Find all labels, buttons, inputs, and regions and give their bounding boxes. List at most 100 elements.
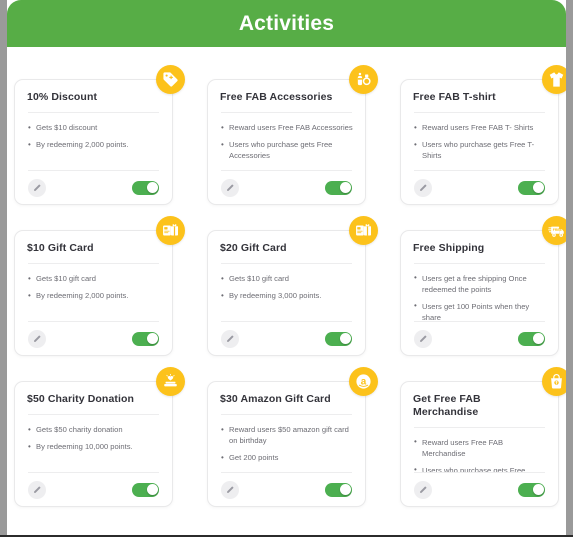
activity-bullet-item: Gets $10 gift card (220, 273, 353, 284)
activity-card-title: 10% Discount (27, 91, 98, 103)
gift-card-icon (349, 216, 378, 245)
activity-card-wrapper: $20 Gift Card Gets $10 gift card By redeem… (207, 216, 378, 356)
toggle-knob (146, 182, 158, 193)
amazon-icon: a (349, 367, 378, 396)
edit-activity-button[interactable] (28, 480, 46, 499)
activity-enabled-toggle[interactable] (518, 331, 545, 346)
activity-card-body: Reward users Free FAB Merchandise Users w… (413, 428, 546, 472)
activity-bullet-list: Gets $10 gift card By redeeming 2,000 poi… (27, 273, 160, 301)
pencil-icon (419, 485, 428, 494)
pencil-icon (419, 334, 428, 343)
activity-card-body: Gets $10 gift card By redeeming 2,000 poi… (27, 264, 160, 321)
page-left-gutter (0, 0, 7, 535)
pencil-icon (419, 183, 428, 192)
activity-card: Free Shipping Users get a free shipping O… (400, 230, 559, 356)
activity-enabled-toggle[interactable] (518, 482, 545, 497)
activity-bullet-item: By redeeming 3,000 points. (220, 290, 353, 301)
pencil-icon (33, 334, 42, 343)
activity-card-footer (414, 472, 545, 506)
activity-card-body: Reward users $50 amazon gift card on bir… (220, 415, 353, 472)
activity-card-body: Gets $10 discount By redeeming 2,000 poin… (27, 113, 160, 170)
activity-enabled-toggle[interactable] (325, 331, 352, 346)
activity-card-footer (28, 321, 159, 355)
svg-text:FREE: FREE (552, 227, 562, 231)
activity-card-wrapper: 10% Discount Gets $10 discount By redeemin… (14, 65, 185, 205)
activity-card-wrapper: Get Free FAB Merchandise Reward users Fre… (400, 367, 571, 507)
activity-enabled-toggle[interactable] (132, 482, 159, 497)
activity-bullet-item: Users get 100 Points when they share (413, 300, 546, 321)
activity-card-title: Free Shipping (413, 242, 485, 254)
toggle-knob (339, 484, 351, 495)
activity-card-footer (28, 472, 159, 506)
activity-card-wrapper: $10 Gift Card Gets $10 gift card By redeem… (14, 216, 185, 356)
activity-card-body: Reward users Free FAB Accessories Users w… (220, 113, 353, 170)
accessories-icon (349, 65, 378, 94)
activity-enabled-toggle[interactable] (132, 331, 159, 346)
activity-card-footer (414, 321, 545, 355)
activity-card-footer (221, 170, 352, 204)
activity-bullet-item: By redeeming 2,000 points. (27, 290, 160, 301)
activity-bullet-list: Reward users Free FAB T- Shirts Users who… (413, 122, 546, 161)
activity-card-body: Users get a free shipping Once redeemed … (413, 264, 546, 321)
edit-activity-button[interactable] (414, 480, 432, 499)
pencil-icon (226, 485, 235, 494)
activity-enabled-toggle[interactable] (132, 180, 159, 195)
pencil-icon (226, 334, 235, 343)
activity-card-wrapper: Free FAB Accessories Reward users Free FA… (207, 65, 378, 205)
activity-card: Free FAB T-shirt Reward users Free FAB T-… (400, 79, 559, 205)
edit-activity-button[interactable] (221, 480, 239, 499)
charity-donation-icon (156, 367, 185, 396)
toggle-knob (532, 182, 544, 193)
activity-card: $20 Gift Card Gets $10 gift card By redeem… (207, 230, 366, 356)
pencil-icon (33, 183, 42, 192)
activity-card-footer (221, 321, 352, 355)
activity-enabled-toggle[interactable] (325, 482, 352, 497)
activity-card-title: Get Free FAB Merchandise (413, 393, 481, 418)
toggle-knob (146, 333, 158, 344)
activity-bullet-list: Gets $10 discount By redeeming 2,000 poin… (27, 122, 160, 150)
activity-enabled-toggle[interactable] (325, 180, 352, 195)
toggle-knob (339, 182, 351, 193)
activity-card-wrapper: $30 Amazon Gift Card Reward users $50 ama… (207, 367, 378, 507)
activity-bullet-list: Reward users Free FAB Merchandise Users w… (413, 436, 546, 472)
activity-bullet-item: Users who purchase gets Free Accessories (220, 139, 353, 161)
activity-card-footer (414, 170, 545, 204)
page-right-gutter (566, 0, 573, 535)
activity-enabled-toggle[interactable] (518, 180, 545, 195)
activities-page: Activities 10% Discount Gets $10 discount… (0, 0, 573, 537)
toggle-knob (532, 333, 544, 344)
activity-bullet-item: Reward users Free FAB Merchandise (413, 436, 546, 459)
activity-card: $50 Charity Donation Gets $50 charity don… (14, 381, 173, 507)
activity-bullet-item: Users get a free shipping Once redeemed … (413, 272, 546, 295)
edit-activity-button[interactable] (28, 329, 46, 348)
activity-bullet-item: Users who purchase gets Free merchandise (413, 464, 546, 472)
activity-bullet-item: By redeeming 2,000 points. (27, 139, 160, 150)
edit-activity-button[interactable] (28, 178, 46, 197)
edit-activity-button[interactable] (221, 329, 239, 348)
activity-card-title: Free FAB Accessories (220, 91, 333, 103)
activity-bullet-item: Reward users Free FAB T- Shirts (413, 122, 546, 133)
activity-bullet-item: By redeeming 10,000 points. (27, 441, 160, 452)
activity-card: 10% Discount Gets $10 discount By redeemin… (14, 79, 173, 205)
page-header: Activities (7, 0, 566, 47)
activity-card-title: $50 Charity Donation (27, 393, 135, 405)
edit-activity-button[interactable] (414, 329, 432, 348)
toggle-knob (146, 484, 158, 495)
pencil-icon (33, 485, 42, 494)
activity-bullet-item: Get 200 points (220, 452, 353, 463)
activity-bullet-list: Reward users Free FAB Accessories Users w… (220, 122, 353, 161)
activity-bullet-item: Reward users $50 amazon gift card on bir… (220, 424, 353, 446)
activity-bullet-item: Gets $10 discount (27, 122, 160, 133)
activity-card-wrapper: Free Shipping Users get a free shipping O… (400, 216, 571, 356)
activity-card: $30 Amazon Gift Card Reward users $50 ama… (207, 381, 366, 507)
edit-activity-button[interactable] (221, 178, 239, 197)
activity-bullet-list: Reward users $50 amazon gift card on bir… (220, 424, 353, 463)
gift-card-icon (156, 216, 185, 245)
activity-bullet-list: Gets $10 gift card By redeeming 3,000 poi… (220, 273, 353, 301)
page-title: Activities (238, 11, 335, 35)
edit-activity-button[interactable] (414, 178, 432, 197)
activity-card-body: Gets $50 charity donation By redeeming 10… (27, 415, 160, 472)
activity-bullet-list: Gets $50 charity donation By redeeming 10… (27, 424, 160, 452)
activity-card-title: $30 Amazon Gift Card (220, 393, 331, 405)
toggle-knob (339, 333, 351, 344)
